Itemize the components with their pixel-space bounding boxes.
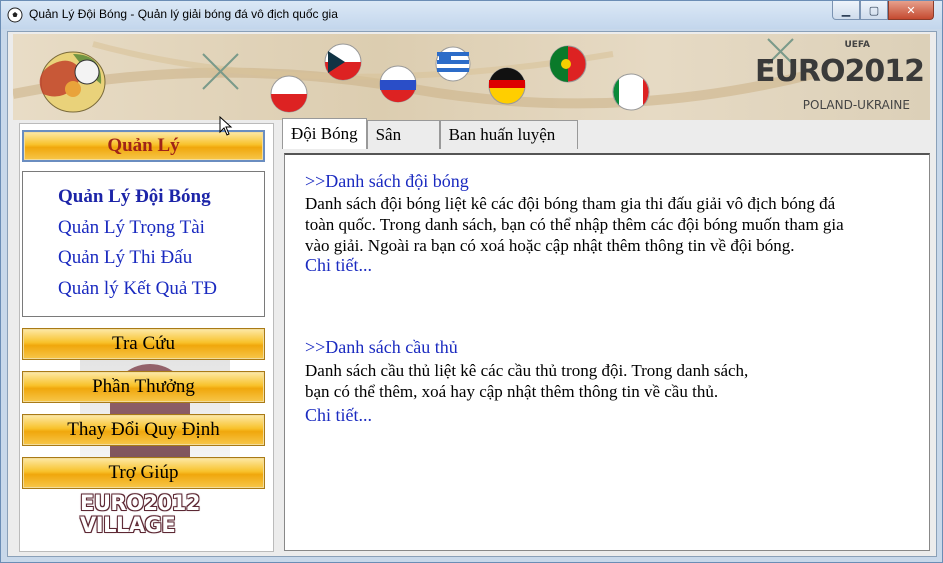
village-logo-line1: EURO2012: [80, 491, 200, 515]
minimize-button[interactable]: ▁: [832, 1, 860, 20]
tab-stadium[interactable]: Sân: [366, 120, 440, 149]
team-details-link[interactable]: Chi tiết...: [305, 255, 372, 276]
flag-italy-icon: [612, 73, 650, 111]
village-logo-line2: VILLAGE: [80, 513, 176, 537]
nav-manage-matches[interactable]: Quản Lý Thi Đấu: [58, 247, 192, 269]
soccer-ball-icon: [7, 7, 23, 23]
nav-manage-results[interactable]: Quản lý Kết Quả TĐ: [58, 278, 217, 300]
flag-poland-icon: [270, 75, 308, 113]
team-list-description: Danh sách đội bóng liệt kê các đội bóng …: [305, 193, 905, 256]
player-list-title[interactable]: >>Danh sách cầu thủ: [305, 337, 458, 358]
title-bar[interactable]: Quản Lý Đội Bóng - Quản lý giải bóng đá …: [1, 1, 942, 29]
player-details-link[interactable]: Chi tiết...: [305, 405, 372, 426]
tab-teams[interactable]: Đội Bóng: [282, 118, 367, 149]
tab-content-teams: >>Danh sách đội bóng Danh sách đội bóng …: [284, 153, 930, 551]
euro-village-logo: EURO2012 VILLAGE: [80, 492, 200, 536]
uefa-label: UEFA: [844, 40, 870, 50]
flag-portugal-icon: [549, 45, 587, 83]
sidebar: Quản Lý Quản Lý Đội Bóng Quản Lý Trọng T…: [19, 123, 274, 552]
tab-coaching-staff[interactable]: Ban huấn luyện: [439, 120, 578, 149]
app-window: Quản Lý Đội Bóng - Quản lý giải bóng đá …: [0, 0, 943, 563]
team-desc-line: Danh sách đội bóng liệt kê các đội bóng …: [305, 194, 836, 213]
awards-button[interactable]: Phần Thưởng: [22, 371, 265, 403]
lookup-button[interactable]: Tra Cứu: [22, 328, 265, 360]
team-desc-line: toàn quốc. Trong danh sách, bạn có thể n…: [305, 215, 844, 234]
nav-manage-teams[interactable]: Quản Lý Đội Bóng: [58, 186, 211, 208]
euro-banner: UEFA EURO2012 POLAND-UKRAINE: [13, 34, 930, 120]
close-button[interactable]: ✕: [888, 1, 934, 20]
help-button[interactable]: Trợ Giúp: [22, 457, 265, 489]
maximize-button[interactable]: ▢: [860, 1, 888, 20]
euro-logo-text: EURO2012: [755, 54, 925, 89]
team-desc-line: vào giải. Ngoài ra bạn có xoá hoặc cập n…: [305, 236, 795, 255]
flag-czech-icon: [324, 43, 362, 81]
banner-subtitle: POLAND-UKRAINE: [802, 98, 910, 112]
team-list-title[interactable]: >>Danh sách đội bóng: [305, 171, 469, 192]
player-desc-line: bạn có thể thêm, xoá hay cập nhật thêm t…: [305, 382, 719, 401]
change-rules-button[interactable]: Thay Đổi Quy Định: [22, 414, 265, 446]
window-controls: ▁ ▢ ✕: [832, 1, 934, 21]
flag-greece-icon: [435, 46, 471, 82]
nav-manage-referees[interactable]: Quản Lý Trọng Tài: [58, 217, 205, 239]
client-area: UEFA EURO2012 POLAND-UKRAINE Quản Lý Quả…: [7, 31, 937, 557]
flag-germany-icon: [488, 67, 526, 105]
tournament-logo: [39, 51, 106, 113]
mouse-cursor-icon: [219, 116, 233, 136]
tab-bar: Đội Bóng Sân Ban huấn luyện: [282, 118, 578, 150]
player-desc-line: Danh sách cầu thủ liệt kê các cầu thủ tr…: [305, 361, 749, 380]
flag-russia-icon: [379, 65, 417, 103]
player-list-description: Danh sách cầu thủ liệt kê các cầu thủ tr…: [305, 360, 905, 402]
window-title: Quản Lý Đội Bóng - Quản lý giải bóng đá …: [29, 7, 338, 21]
manage-nav-panel: Quản Lý Đội Bóng Quản Lý Trọng Tài Quản …: [22, 171, 265, 317]
